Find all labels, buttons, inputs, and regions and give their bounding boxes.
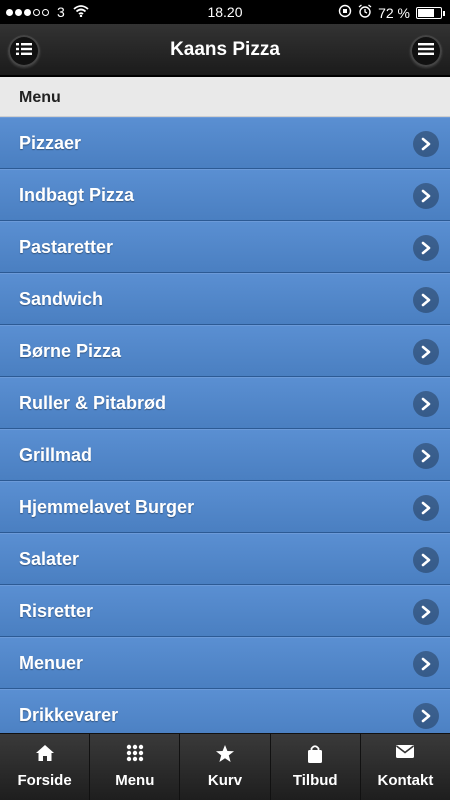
bag-icon <box>271 744 360 764</box>
tab-label: Tilbud <box>292 772 338 789</box>
envelope-icon <box>361 744 450 759</box>
chevron-right-icon <box>413 287 439 313</box>
hamburger-icon <box>418 42 434 61</box>
section-header: Menu <box>0 77 450 117</box>
hamburger-menu-button[interactable] <box>410 35 442 67</box>
tab-label: Kontakt <box>377 772 434 789</box>
menu-item-salater[interactable]: Salater <box>0 533 450 585</box>
menu-item-label: Menuer <box>19 653 84 673</box>
tab-label: Kurv <box>207 772 243 789</box>
menu-item-label: Hjemmelavet Burger <box>19 497 195 517</box>
menu-item-pastaretter[interactable]: Pastaretter <box>0 221 450 273</box>
menu-item-ruller-pitabrod[interactable]: Ruller & Pitabrød <box>0 377 450 429</box>
chevron-right-icon <box>413 599 439 625</box>
chevron-right-icon <box>413 495 439 521</box>
tab-bar: Forside Menu Kurv Tilbud Kontakt <box>0 733 450 800</box>
menu-item-hjemmelavet-burger[interactable]: Hjemmelavet Burger <box>0 481 450 533</box>
menu-item-label: Pizzaer <box>19 133 82 153</box>
menu-item-label: Ruller & Pitabrød <box>19 393 167 413</box>
chevron-right-icon <box>413 235 439 261</box>
battery-percent: 72 % <box>378 4 410 21</box>
tab-kontakt[interactable]: Kontakt <box>361 734 450 800</box>
menu-item-menuer[interactable]: Menuer <box>0 637 450 689</box>
menu-item-label: Sandwich <box>19 289 104 309</box>
chevron-right-icon <box>413 443 439 469</box>
menu-item-pizzaer[interactable]: Pizzaer <box>0 117 450 169</box>
menu-list: Pizzaer Indbagt Pizza Pastaretter Sandwi… <box>0 117 450 733</box>
grid-icon <box>90 744 179 762</box>
chevron-right-icon <box>413 651 439 677</box>
menu-item-grillmad[interactable]: Grillmad <box>0 429 450 481</box>
tab-forside[interactable]: Forside <box>0 734 91 800</box>
menu-item-label: Børne Pizza <box>19 341 122 361</box>
menu-item-label: Risretter <box>19 601 94 621</box>
menu-item-risretter[interactable]: Risretter <box>0 585 450 637</box>
menu-item-label: Grillmad <box>19 445 93 465</box>
menu-item-label: Indbagt Pizza <box>19 185 135 205</box>
battery-icon <box>416 6 445 19</box>
alarm-icon <box>358 4 372 21</box>
section-label: Menu <box>19 89 61 106</box>
chevron-right-icon <box>413 339 439 365</box>
rotation-lock-icon <box>338 4 352 21</box>
menu-item-borne-pizza[interactable]: Børne Pizza <box>0 325 450 377</box>
menu-item-sandwich[interactable]: Sandwich <box>0 273 450 325</box>
chevron-right-icon <box>413 391 439 417</box>
chevron-right-icon <box>413 183 439 209</box>
tab-menu[interactable]: Menu <box>90 734 181 800</box>
star-icon <box>180 744 269 763</box>
menu-item-label: Drikkevarer <box>19 705 119 725</box>
menu-item-label: Pastaretter <box>19 237 114 257</box>
home-icon <box>0 744 89 762</box>
status-bar: 3 18.20 72 % <box>0 0 450 24</box>
battery-fill <box>418 8 434 17</box>
app-header: Kaans Pizza <box>0 24 450 76</box>
menu-item-label: Salater <box>19 549 80 569</box>
chevron-right-icon <box>413 703 439 729</box>
tab-kurv[interactable]: Kurv <box>180 734 271 800</box>
tab-tilbud[interactable]: Tilbud <box>271 734 361 800</box>
menu-item-indbagt-pizza[interactable]: Indbagt Pizza <box>0 169 450 221</box>
tab-label: Menu <box>115 772 155 789</box>
tab-label: Forside <box>17 772 72 789</box>
chevron-right-icon <box>413 547 439 573</box>
page-title: Kaans Pizza <box>170 39 280 60</box>
menu-item-drikkevarer[interactable]: Drikkevarer <box>0 689 450 733</box>
chevron-right-icon <box>413 131 439 157</box>
